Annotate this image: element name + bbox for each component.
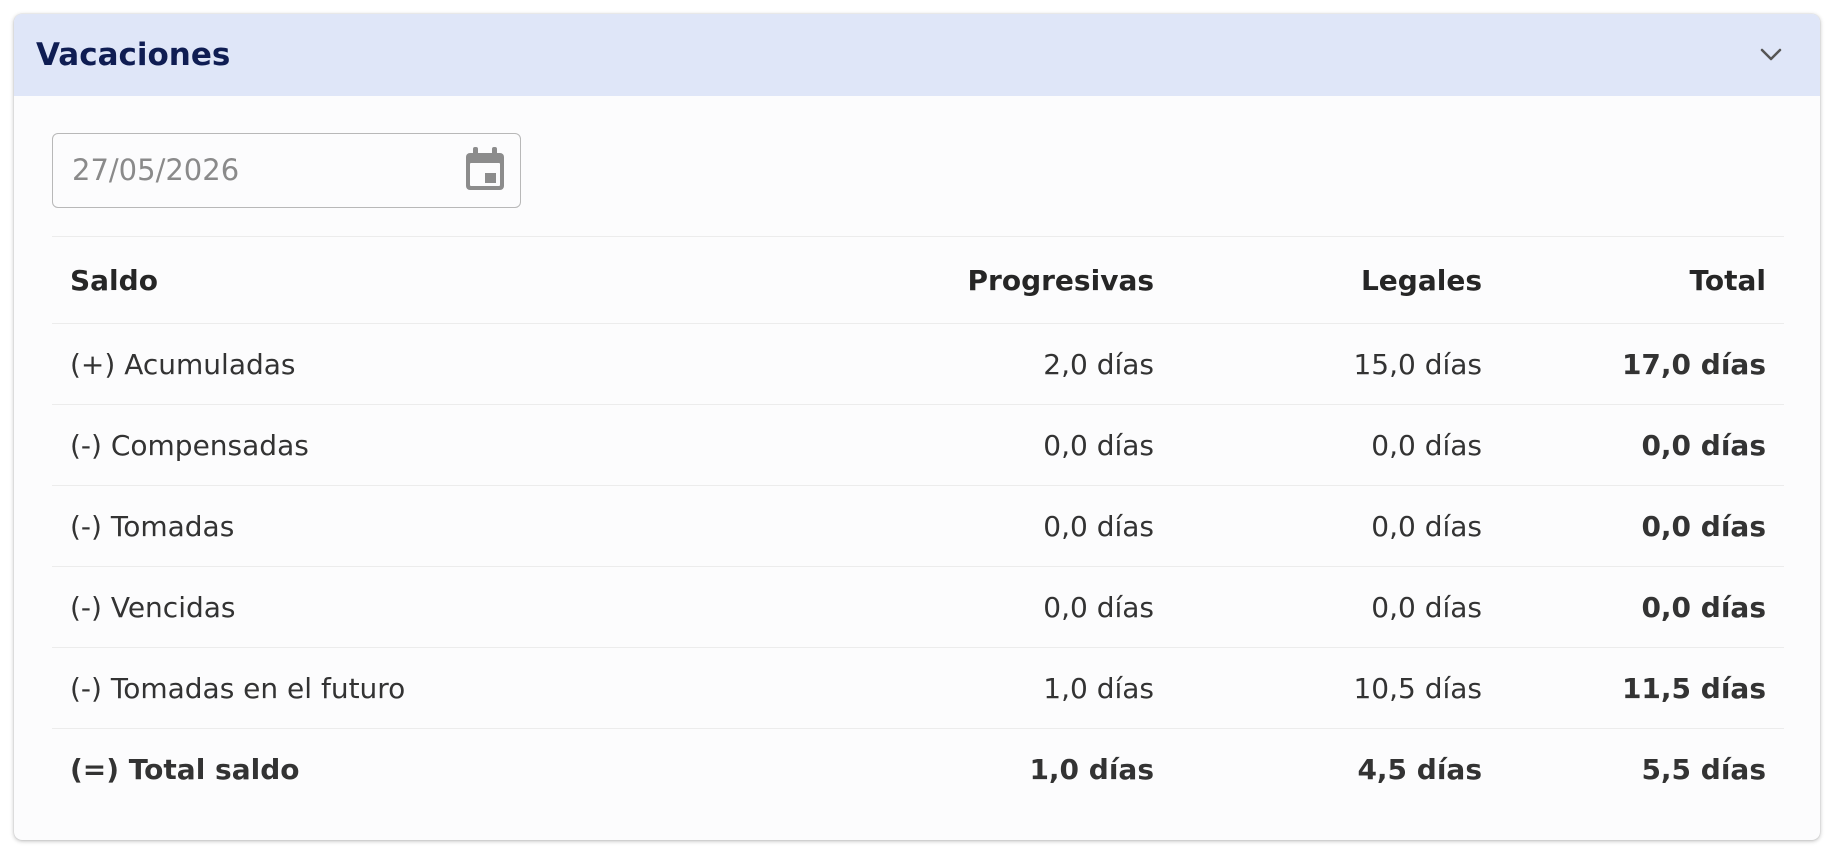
row-label: (-) Tomadas xyxy=(52,485,842,567)
total-label: (=) Total saldo xyxy=(52,728,842,810)
table-row: (-) Tomadas 0,0 días 0,0 días 0,0 días xyxy=(52,485,1784,567)
cell-progresivas: 0,0 días xyxy=(842,404,1172,486)
vacaciones-card: Vacaciones Saldo xyxy=(14,14,1820,840)
card-body: Saldo Progresivas Legales Total (+) Acum… xyxy=(14,96,1820,810)
cell-total: 17,0 días xyxy=(1500,323,1784,405)
calendar-icon[interactable] xyxy=(464,146,506,192)
date-input[interactable] xyxy=(53,134,453,206)
card-title: Vacaciones xyxy=(36,37,231,73)
cell-legales: 10,5 días xyxy=(1172,647,1500,729)
cell-legales: 15,0 días xyxy=(1172,323,1500,405)
row-label: (+) Acumuladas xyxy=(52,323,842,405)
row-label: (-) Compensadas xyxy=(52,404,842,486)
header-legales: Legales xyxy=(1172,236,1500,324)
card-header[interactable]: Vacaciones xyxy=(14,14,1820,96)
table-row: (-) Compensadas 0,0 días 0,0 días 0,0 dí… xyxy=(52,404,1784,486)
cell-legales: 0,0 días xyxy=(1172,404,1500,486)
header-total: Total xyxy=(1500,236,1784,324)
cell-progresivas: 1,0 días xyxy=(842,647,1172,729)
cell-legales: 0,0 días xyxy=(1172,485,1500,567)
total-total: 5,5 días xyxy=(1500,728,1784,810)
cell-total: 0,0 días xyxy=(1500,404,1784,486)
total-legales: 4,5 días xyxy=(1172,728,1500,810)
table-row: (+) Acumuladas 2,0 días 15,0 días 17,0 d… xyxy=(52,323,1784,405)
cell-progresivas: 0,0 días xyxy=(842,566,1172,648)
cell-legales: 0,0 días xyxy=(1172,566,1500,648)
table-row: (-) Vencidas 0,0 días 0,0 días 0,0 días xyxy=(52,566,1784,648)
chevron-down-icon[interactable] xyxy=(1760,48,1782,62)
row-label: (-) Tomadas en el futuro xyxy=(52,647,842,729)
total-progresivas: 1,0 días xyxy=(842,728,1172,810)
cell-total: 0,0 días xyxy=(1500,566,1784,648)
date-field[interactable] xyxy=(52,133,521,208)
header-saldo: Saldo xyxy=(52,236,842,324)
table-header-row: Saldo Progresivas Legales Total xyxy=(52,236,1784,324)
row-label: (-) Vencidas xyxy=(52,566,842,648)
table-row: (-) Tomadas en el futuro 1,0 días 10,5 d… xyxy=(52,647,1784,729)
header-progresivas: Progresivas xyxy=(842,236,1172,324)
total-row: (=) Total saldo 1,0 días 4,5 días 5,5 dí… xyxy=(52,728,1784,810)
cell-progresivas: 0,0 días xyxy=(842,485,1172,567)
cell-total: 0,0 días xyxy=(1500,485,1784,567)
cell-total: 11,5 días xyxy=(1500,647,1784,729)
saldo-table: Saldo Progresivas Legales Total (+) Acum… xyxy=(52,236,1784,810)
cell-progresivas: 2,0 días xyxy=(842,323,1172,405)
